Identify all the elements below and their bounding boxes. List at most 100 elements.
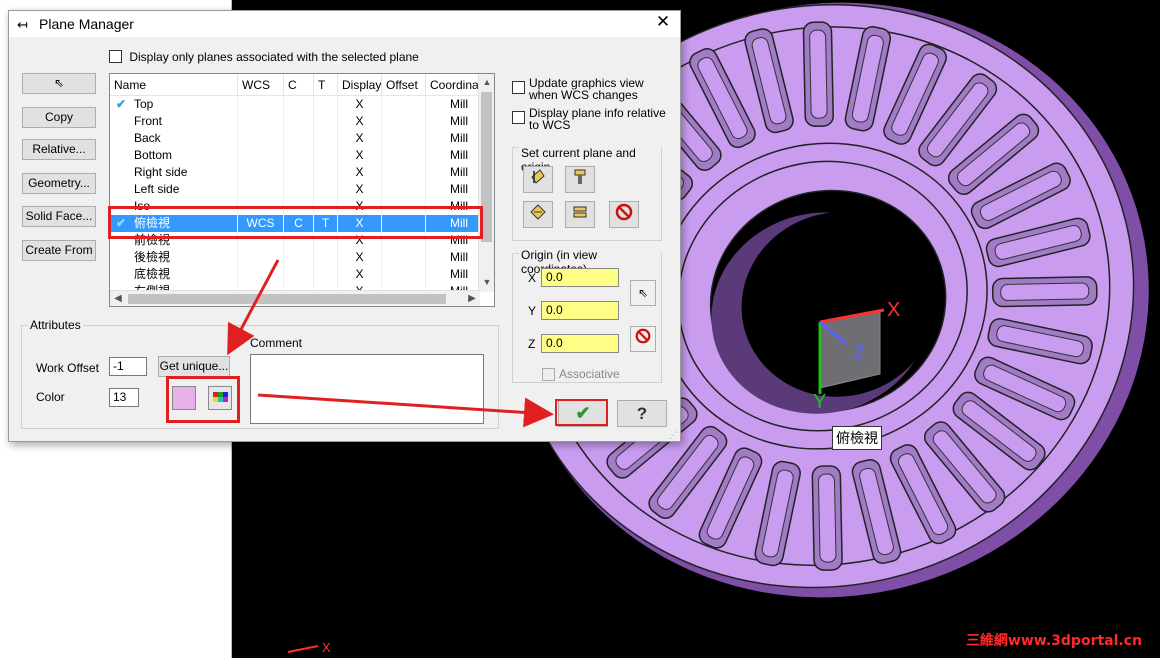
cell-c <box>284 164 314 181</box>
column-header[interactable]: Display <box>338 74 382 96</box>
table-row[interactable]: 後檢視 X Mill <box>110 249 480 266</box>
current-check-icon <box>116 266 132 283</box>
select-origin-button[interactable]: ⇖ <box>630 280 656 306</box>
cell-name: Back <box>134 130 238 147</box>
cell-t <box>314 249 338 266</box>
help-button[interactable]: ? <box>617 400 667 427</box>
color-highlight <box>166 376 240 423</box>
display-plane-info-option[interactable]: Display plane info relative to WCS <box>512 107 672 133</box>
comment-label: Comment <box>250 336 303 350</box>
display-associated-checkbox[interactable] <box>109 50 122 64</box>
column-header[interactable]: WCS <box>238 74 284 96</box>
table-body[interactable]: ✔ Top X Mill Front X Mill Back X Mill Bottom X Mill R… <box>110 96 480 291</box>
current-check-icon <box>116 113 132 130</box>
table-row[interactable]: 底檢視 X Mill <box>110 266 480 283</box>
cell-c <box>284 130 314 147</box>
table-row[interactable]: Left side X Mill <box>110 181 480 198</box>
cell-t <box>314 164 338 181</box>
cursor-select-button[interactable]: ⇖ <box>22 73 96 94</box>
cell-offset <box>382 147 426 164</box>
help-icon: ? <box>636 404 648 423</box>
attributes-title: Attributes <box>28 318 83 332</box>
horizontal-scrollbar[interactable]: ◀ ▶ <box>110 290 480 306</box>
cell-offset <box>382 266 426 283</box>
cell-display: X <box>338 164 382 181</box>
create-from-button[interactable]: Create From <box>22 240 96 261</box>
vertical-scrollbar[interactable]: ▲ ▼ <box>478 74 494 292</box>
close-button[interactable]: ✕ <box>652 12 674 34</box>
cell-coord: Mill <box>426 266 480 283</box>
prohibit-icon <box>615 203 633 221</box>
cell-c <box>284 96 314 113</box>
cell-offset <box>382 113 426 130</box>
cell-display: X <box>338 147 382 164</box>
solid-face-button[interactable]: Solid Face... <box>22 206 96 227</box>
cell-wcs <box>238 96 284 113</box>
clear-planes-button[interactable] <box>609 201 639 228</box>
display-plane-info-checkbox[interactable] <box>512 111 525 124</box>
column-header[interactable]: C <box>284 74 314 96</box>
origin-group: Origin (in view coordinates) X 0.0 Y 0.0… <box>512 248 662 383</box>
origin-z-input[interactable]: 0.0 <box>541 334 619 353</box>
table-row[interactable]: ✔ Top X Mill <box>110 96 480 113</box>
cell-name: Right side <box>134 164 238 181</box>
x-axis-label: X <box>887 299 900 321</box>
column-header[interactable]: T <box>314 74 338 96</box>
table-row[interactable]: Bottom X Mill <box>110 147 480 164</box>
table-row[interactable]: Front X Mill <box>110 113 480 130</box>
current-check-icon <box>116 164 132 181</box>
scroll-down-icon[interactable]: ▼ <box>479 274 494 290</box>
current-check-icon <box>116 130 132 147</box>
relative-button[interactable]: Relative... <box>22 139 96 160</box>
cell-coord: Mill <box>426 113 480 130</box>
column-header[interactable]: Offset <box>382 74 426 96</box>
display-plane-info-label: Display plane info relative to WCS <box>529 106 666 132</box>
cell-t <box>314 96 338 113</box>
color-input[interactable]: 13 <box>109 388 139 407</box>
geometry-button[interactable]: Geometry... <box>22 173 96 194</box>
cell-display: X <box>338 181 382 198</box>
dialog-title: Plane Manager <box>39 16 134 32</box>
comment-textarea[interactable] <box>250 354 484 424</box>
cell-display: X <box>338 113 382 130</box>
set-tool-plane-button[interactable] <box>565 166 595 193</box>
copy-button[interactable]: Copy <box>22 107 96 128</box>
scroll-left-icon[interactable]: ◀ <box>110 291 126 306</box>
cell-c <box>284 147 314 164</box>
scroll-right-icon[interactable]: ▶ <box>464 291 480 306</box>
resize-grip-icon[interactable]: ⋰ <box>669 430 678 441</box>
set-construction-plane-button[interactable] <box>523 201 553 228</box>
horizontal-scroll-thumb[interactable] <box>128 294 446 304</box>
model-slot-inner <box>817 473 837 563</box>
work-offset-input[interactable]: -1 <box>109 357 147 376</box>
column-header[interactable]: Coordinat <box>426 74 480 96</box>
set-plane-button[interactable] <box>523 166 553 193</box>
cell-offset <box>382 249 426 266</box>
get-unique-button[interactable]: Get unique... <box>158 356 230 377</box>
set-all-button[interactable] <box>565 201 595 228</box>
cell-t <box>314 147 338 164</box>
cell-display: X <box>338 266 382 283</box>
scroll-up-icon[interactable]: ▲ <box>479 74 494 90</box>
y-axis-label: Y <box>813 391 826 413</box>
reset-origin-button[interactable] <box>630 326 656 352</box>
cell-t <box>314 266 338 283</box>
ok-highlight <box>555 399 608 426</box>
cell-offset <box>382 164 426 181</box>
origin-y-input[interactable]: 0.0 <box>541 301 619 320</box>
table-row[interactable]: Back X Mill <box>110 130 480 147</box>
origin-x-input[interactable]: 0.0 <box>541 268 619 287</box>
associative-label: Associative <box>559 367 620 381</box>
display-associated-option[interactable]: Display only planes associated with the … <box>109 49 419 64</box>
model-slot-inner <box>809 29 828 119</box>
cursor-icon: ⇖ <box>637 286 649 300</box>
update-graphics-option[interactable]: Update graphics view when WCS changes <box>512 77 672 103</box>
column-header[interactable]: Name <box>110 74 238 96</box>
associative-checkbox[interactable] <box>542 368 555 381</box>
cell-name: 底檢視 <box>134 266 238 283</box>
cell-wcs <box>238 130 284 147</box>
plane-table[interactable]: Name WCS C T Display Offset Coordinat ✔ Top X Mil… <box>109 73 495 307</box>
table-row[interactable]: Right side X Mill <box>110 164 480 181</box>
update-graphics-checkbox[interactable] <box>512 81 525 94</box>
origin-z-label: Z <box>528 337 536 351</box>
